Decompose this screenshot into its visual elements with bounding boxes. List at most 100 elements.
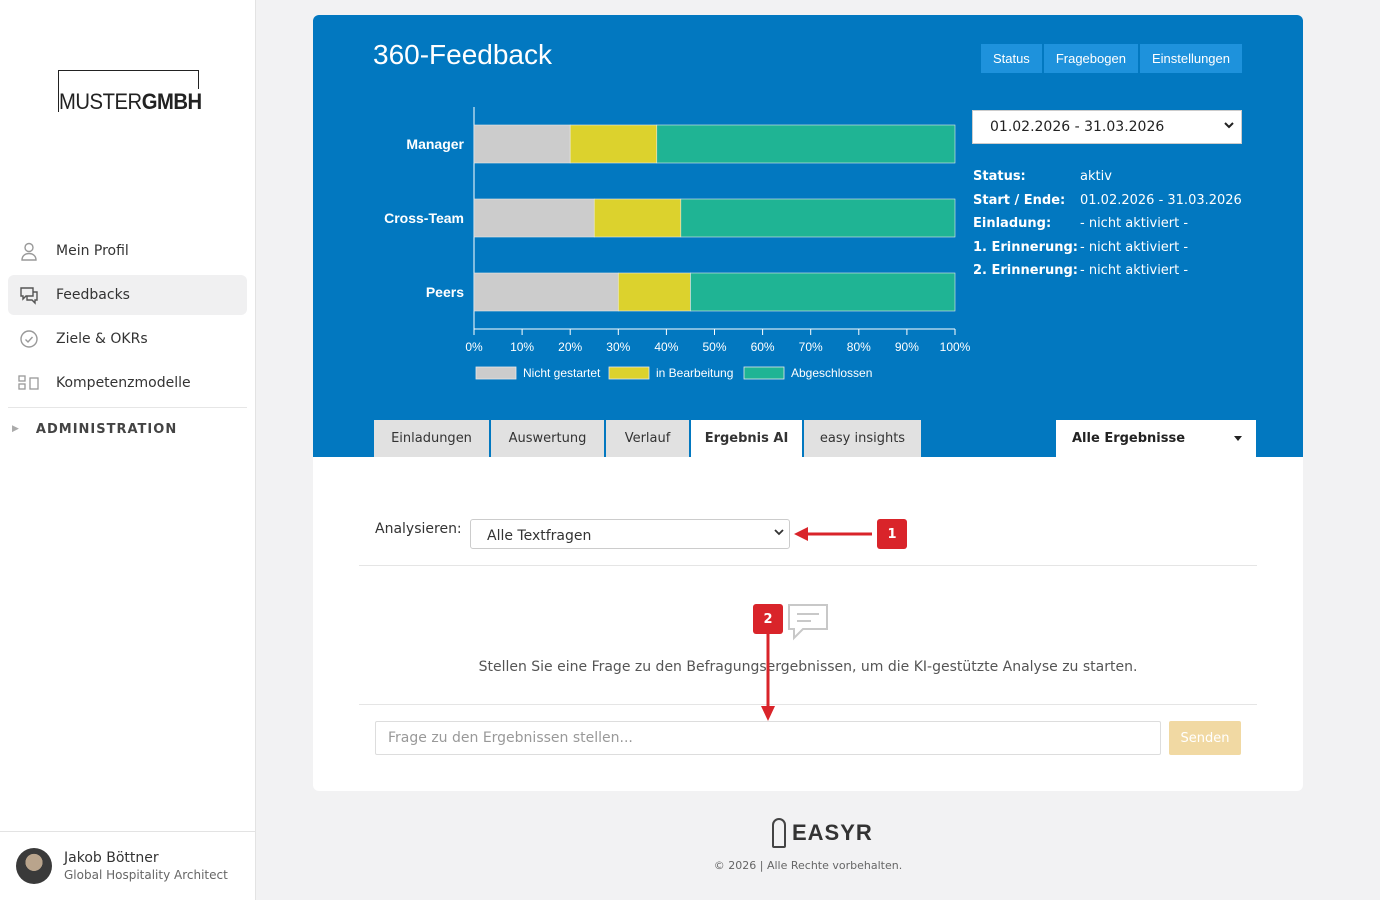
tab-bar: Einladungen Auswertung Verlauf Ergebnis … — [374, 420, 921, 457]
chart-bar — [690, 272, 956, 312]
analyze-select[interactable]: Alle Textfragen — [470, 519, 790, 549]
page-title: 360-Feedback — [373, 39, 553, 70]
x-tick-label: 80% — [847, 340, 871, 354]
analyze-select-value: Alle Textfragen — [487, 528, 592, 544]
info-value: 01.02.2026 - 31.03.2026 — [1080, 192, 1242, 208]
sidebar-item-label: Feedbacks — [56, 287, 130, 303]
chevron-right-icon: ▶ — [12, 424, 20, 434]
x-tick-label: 60% — [751, 340, 775, 354]
tab-verlauf[interactable]: Verlauf — [606, 420, 689, 457]
info-label: 2. Erinnerung: — [973, 263, 1079, 279]
legend-swatch — [475, 366, 517, 380]
x-tick-label: 100% — [940, 340, 971, 354]
status-button[interactable]: Status — [980, 44, 1042, 73]
tab-einladungen[interactable]: Einladungen — [374, 420, 489, 457]
chart-bar — [656, 124, 956, 164]
info-row: 1. Erinnerung: - nicht aktiviert - — [973, 236, 1242, 260]
x-tick-label: 70% — [799, 340, 823, 354]
x-tick-label: 40% — [654, 340, 678, 354]
info-row: Einladung: - nicht aktiviert - — [973, 212, 1242, 236]
header-buttons: Status Fragebogen Einstellungen — [980, 44, 1242, 73]
einstellungen-button[interactable]: Einstellungen — [1139, 44, 1242, 73]
category-label: Cross-Team — [384, 210, 464, 226]
annotation-badge-1: 1 — [877, 519, 907, 549]
chevron-down-icon — [773, 526, 785, 541]
x-tick-label: 50% — [702, 340, 726, 354]
annotation-badge-2: 2 — [753, 604, 783, 634]
status-chart: Manager Cross-Team Peers 0% 10% 20% 30% 40% 50% 6… — [384, 107, 971, 380]
fragebogen-button[interactable]: Fragebogen — [1043, 44, 1138, 73]
filter-label: Alle Ergebnisse — [1072, 431, 1186, 446]
x-tick-label: 10% — [510, 340, 534, 354]
campaign-info: Status: aktiv Start / Ende: 01.02.2026 - 3… — [973, 165, 1242, 283]
info-label: 1. Erinnerung: — [973, 239, 1079, 255]
info-value: aktiv — [1080, 169, 1112, 185]
footer-brand: EASYR — [792, 820, 873, 845]
legend-swatch — [743, 366, 785, 380]
info-value: - nicht aktiviert - — [1080, 216, 1189, 232]
tab-auswertung[interactable]: Auswertung — [491, 420, 604, 457]
x-tick-label: 0% — [465, 340, 483, 354]
question-input[interactable]: Frage zu den Ergebnissen stellen... — [375, 721, 1161, 755]
user-icon — [18, 240, 40, 262]
sidebar-item-label: Kompetenzmodelle — [56, 375, 191, 391]
sidebar-item-feedbacks[interactable]: Feedbacks — [8, 275, 247, 315]
results-filter-dropdown[interactable]: Alle Ergebnisse — [1056, 420, 1256, 457]
sidebar-section-administration[interactable]: ▶ ADMINISTRATION — [8, 408, 247, 450]
grid-icon — [18, 372, 40, 394]
info-row: Start / Ende: 01.02.2026 - 31.03.2026 — [973, 189, 1242, 213]
x-tick-label: 30% — [606, 340, 630, 354]
info-label: Status: — [973, 169, 1026, 185]
info-row: Status: aktiv — [973, 165, 1242, 189]
send-button[interactable]: Senden — [1169, 721, 1241, 755]
info-label: Start / Ende: — [973, 192, 1066, 208]
check-circle-icon — [18, 328, 40, 350]
chart-bar — [569, 124, 658, 164]
caret-down-icon — [1234, 436, 1242, 441]
chart-bar — [680, 198, 956, 238]
sidebar-item-kompetenzmodelle[interactable]: Kompetenzmodelle — [8, 363, 247, 403]
tab-ergebnis-ai[interactable]: Ergebnis AI — [691, 420, 802, 457]
main-card: 360-Feedback Status Fragebogen Einstellu… — [313, 15, 1303, 791]
analyze-label: Analysieren: — [375, 521, 462, 537]
chart-bar — [618, 272, 691, 312]
chart-bar — [473, 124, 571, 164]
divider — [359, 565, 1257, 566]
logo-text-bold: GMBH — [141, 89, 202, 114]
chevron-down-icon — [1223, 119, 1235, 134]
sidebar-item-label: Ziele & OKRs — [56, 331, 148, 347]
sidebar-item-label: Mein Profil — [56, 243, 129, 259]
company-logo[interactable]: MUSTERGMBH — [58, 70, 208, 115]
category-label: Peers — [426, 284, 464, 300]
copyright: © 2026 | Alle Rechte vorbehalten. — [713, 859, 903, 872]
legend-label: Abgeschlossen — [791, 366, 872, 380]
chat-icon — [18, 284, 40, 306]
section-label: ADMINISTRATION — [35, 421, 178, 437]
category-label: Manager — [406, 136, 464, 152]
logo-text-light: MUSTER — [59, 89, 142, 114]
chart-bar — [473, 198, 595, 238]
info-row: 2. Erinnerung: - nicht aktiviert - — [973, 259, 1242, 283]
date-range-select[interactable]: 01.02.2026 - 31.03.2026 — [972, 110, 1242, 144]
legend-label: Nicht gestartet — [523, 366, 601, 380]
sidebar-nav: Mein Profil Feedbacks Ziele & OKRs Kompe… — [8, 231, 247, 450]
legend-label: in Bearbeitung — [656, 366, 733, 380]
sidebar: MUSTERGMBH Mein Profil Feedbacks Ziele &… — [0, 0, 256, 900]
analysis-hint: Stellen Sie eine Frage zu den Befragungs… — [478, 659, 1138, 675]
sidebar-item-mein-profil[interactable]: Mein Profil — [8, 231, 247, 271]
info-value: - nicht aktiviert - — [1080, 263, 1189, 279]
info-label: Einladung: — [973, 216, 1052, 232]
legend-swatch — [608, 366, 650, 380]
x-tick-label: 20% — [558, 340, 582, 354]
header-panel: 360-Feedback Status Fragebogen Einstellu… — [313, 15, 1303, 457]
info-value: - nicht aktiviert - — [1080, 239, 1189, 255]
easyr-logo-icon — [772, 818, 786, 848]
sidebar-item-ziele[interactable]: Ziele & OKRs — [8, 319, 247, 359]
chart-bar — [593, 198, 682, 238]
tab-easy-insights[interactable]: easy insights — [804, 420, 921, 457]
x-tick-label: 90% — [895, 340, 919, 354]
chart-bar — [473, 272, 619, 312]
footer-logo: EASYR — [772, 818, 873, 848]
date-range-value: 01.02.2026 - 31.03.2026 — [990, 119, 1165, 135]
chat-bubble-icon — [785, 602, 831, 648]
